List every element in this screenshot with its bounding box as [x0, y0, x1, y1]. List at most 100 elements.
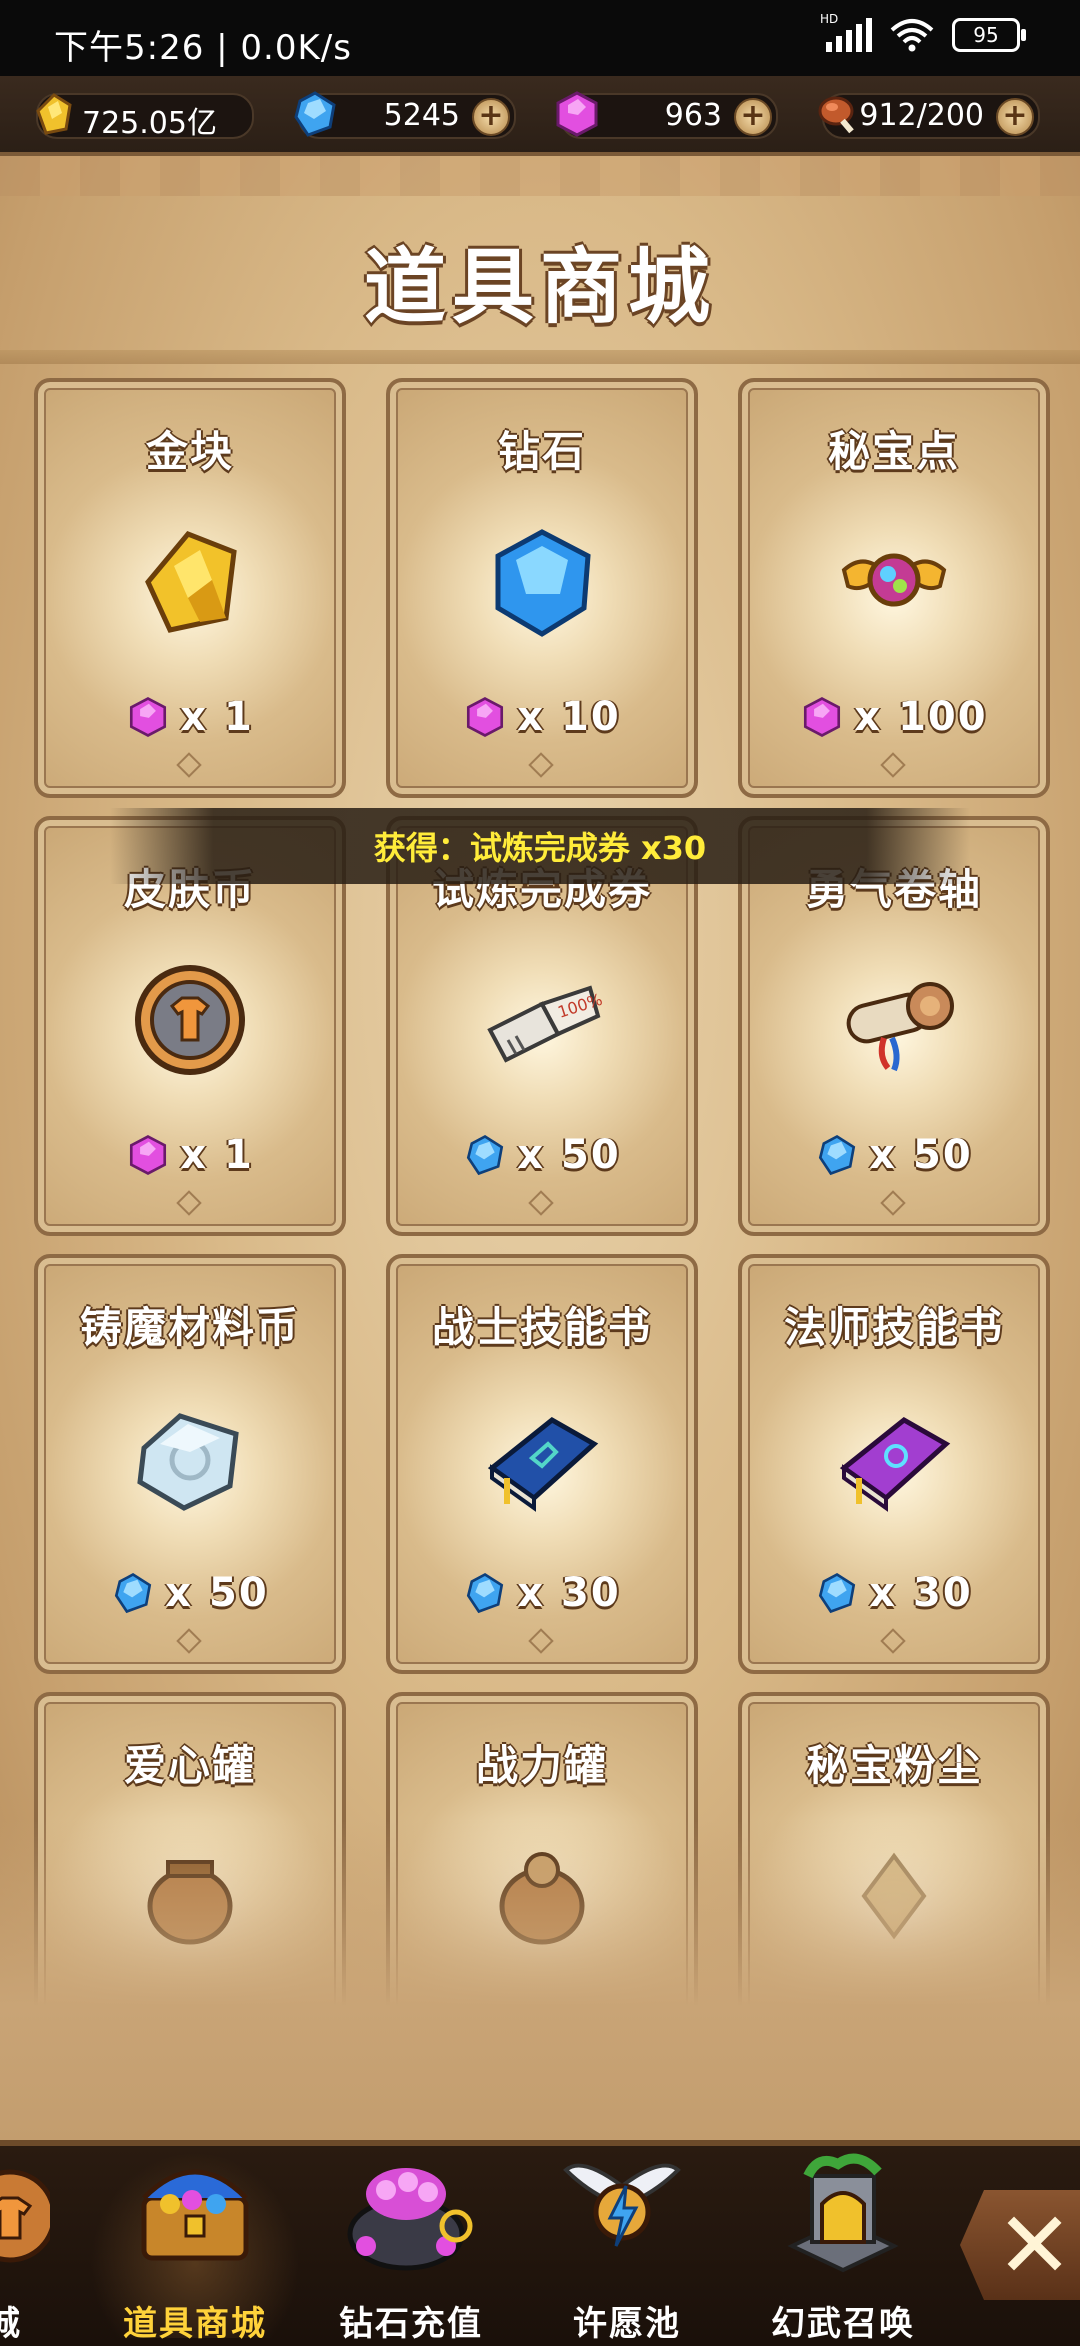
purple-book-icon [839, 1416, 951, 1512]
nav-label: 许愿池 [573, 2304, 681, 2344]
pink-gem-icon [130, 697, 167, 737]
pink-gem-icon [556, 91, 598, 137]
blue-diamond-icon [467, 1134, 504, 1176]
item-price: x 30 [742, 1570, 1046, 1616]
shop-icon [0, 2169, 50, 2263]
price-label: x 30 [517, 1570, 621, 1616]
shop-item-card[interactable]: 法师技能书 x 30 [738, 1254, 1050, 1674]
nav-summon[interactable]: 幻武召唤 [738, 2146, 938, 2346]
blue-diamond-icon [495, 529, 591, 637]
item-price: x 50 [390, 1132, 694, 1178]
price-label: x 1 [180, 1132, 254, 1178]
currency-diamond[interactable]: 5245 + [294, 91, 516, 139]
pink-gem-icon [130, 1135, 167, 1175]
shop-item-card[interactable]: 铸魔材料币 x 50 [34, 1254, 346, 1674]
item-price: x 10 [390, 694, 694, 740]
add-stamina-button[interactable]: + [996, 98, 1034, 136]
status-bar: 下午5:26 | 0.0K/s HD 95 [0, 0, 1080, 76]
blue-diamond-icon [467, 1572, 504, 1614]
decorative-border [0, 156, 1080, 196]
bottom-fade [0, 1820, 1080, 2160]
shrine-icon [787, 2153, 899, 2273]
card-ornament [528, 1190, 554, 1216]
nav-shop[interactable]: 商城 [0, 2146, 90, 2346]
item-price: x 100 [742, 694, 1046, 740]
item-price: x 50 [38, 1570, 342, 1616]
winged-orb-icon [841, 553, 947, 607]
card-ornament [176, 1628, 202, 1654]
pink-gem-icon [804, 697, 841, 737]
crystal-coin-icon [137, 1413, 239, 1511]
ticket-icon: 100% [487, 985, 602, 1063]
item-name: 爱心罐 [123, 1741, 256, 1790]
blue-diamond-icon [819, 1572, 856, 1614]
nav-label: 钻石充值 [339, 2304, 483, 2344]
nav-label: 幻武召唤 [771, 2304, 915, 2344]
item-name: 铸魔材料币 [79, 1303, 300, 1352]
card-ornament [880, 1190, 906, 1216]
card-ornament [176, 752, 202, 778]
shop-item-card[interactable]: 钻石 x 10 [386, 378, 698, 798]
price-label: x 100 [854, 694, 988, 740]
shop-item-card[interactable]: 秘宝点 x 100 [738, 378, 1050, 798]
status-icons: HD 95 [820, 12, 1026, 52]
price-label: x 50 [165, 1570, 269, 1616]
card-ornament [880, 1628, 906, 1654]
gem-amount: 963 [664, 98, 722, 133]
currency-stamina[interactable]: 912/200 + [818, 93, 1040, 139]
shop-item-card[interactable]: 金块 x 1 [34, 378, 346, 798]
price-label: x 50 [869, 1132, 973, 1178]
add-gem-button[interactable]: + [734, 98, 772, 136]
item-name: 法师技能书 [783, 1303, 1004, 1352]
bottom-nav: 商城 道具商城 钻石充值 许愿池 [0, 2140, 1080, 2346]
decorative-band [0, 350, 1080, 364]
card-ornament [176, 1190, 202, 1216]
item-price: x 1 [38, 694, 342, 740]
currency-gem[interactable]: 963 + [556, 91, 778, 139]
price-label: x 30 [869, 1570, 973, 1616]
diamond-amount: 5245 [383, 98, 460, 133]
gold-nugget-icon [145, 531, 237, 633]
item-name: 钻石 [497, 427, 586, 476]
page-title: 道具商城 [363, 240, 716, 335]
item-name: 秘宝粉尘 [805, 1741, 982, 1790]
blue-diamond-icon [294, 91, 336, 137]
item-name: 金块 [145, 427, 234, 476]
treasure-chest-icon [141, 2169, 249, 2261]
price-label: x 50 [517, 1132, 621, 1178]
item-price: x 30 [390, 1570, 694, 1616]
pink-gem-icon [467, 697, 504, 737]
nav-label: 道具商城 [123, 2304, 267, 2344]
item-name: 战力罐 [475, 1741, 608, 1790]
wifi-icon [890, 19, 934, 52]
nav-diamond-recharge[interactable]: 钻石充值 [306, 2146, 506, 2346]
price-label: x 1 [180, 694, 254, 740]
scroll-icon [846, 982, 954, 1072]
signal-icon: HD [820, 12, 872, 52]
meat-icon [818, 96, 854, 134]
currency-gold[interactable]: 725.05亿 [36, 93, 254, 141]
card-ornament [880, 752, 906, 778]
card-ornament [528, 1628, 554, 1654]
item-name: 战士技能书 [431, 1303, 652, 1352]
close-icon: ✕ [996, 2192, 1074, 2299]
blue-book-icon [487, 1416, 599, 1512]
shop-item-card[interactable]: 战士技能书 x 30 [386, 1254, 698, 1674]
status-time: 下午5:26 | 0.0K/s [54, 28, 352, 68]
nav-label: 商城 [0, 2304, 22, 2344]
gem-pot-icon [347, 2168, 473, 2271]
add-diamond-button[interactable]: + [472, 98, 510, 136]
currency-bar: 725.05亿 5245 + 963 + 912/200 + [0, 76, 1080, 156]
item-price: x 1 [38, 1132, 342, 1178]
close-button[interactable]: ✕ [960, 2190, 1080, 2300]
reward-toast: 获得：试炼完成券 x30 [110, 808, 970, 884]
winged-emblem-icon [563, 2163, 681, 2247]
gold-nugget-icon [36, 93, 72, 135]
skin-coin-icon [135, 965, 245, 1075]
nav-item-shop[interactable]: 道具商城 [90, 2146, 300, 2346]
blue-diamond-icon [115, 1572, 152, 1614]
item-name: 秘宝点 [827, 427, 960, 476]
blue-diamond-icon [819, 1134, 856, 1176]
gold-amount: 725.05亿 [82, 106, 217, 141]
nav-wishing-pool[interactable]: 许愿池 [522, 2146, 722, 2346]
